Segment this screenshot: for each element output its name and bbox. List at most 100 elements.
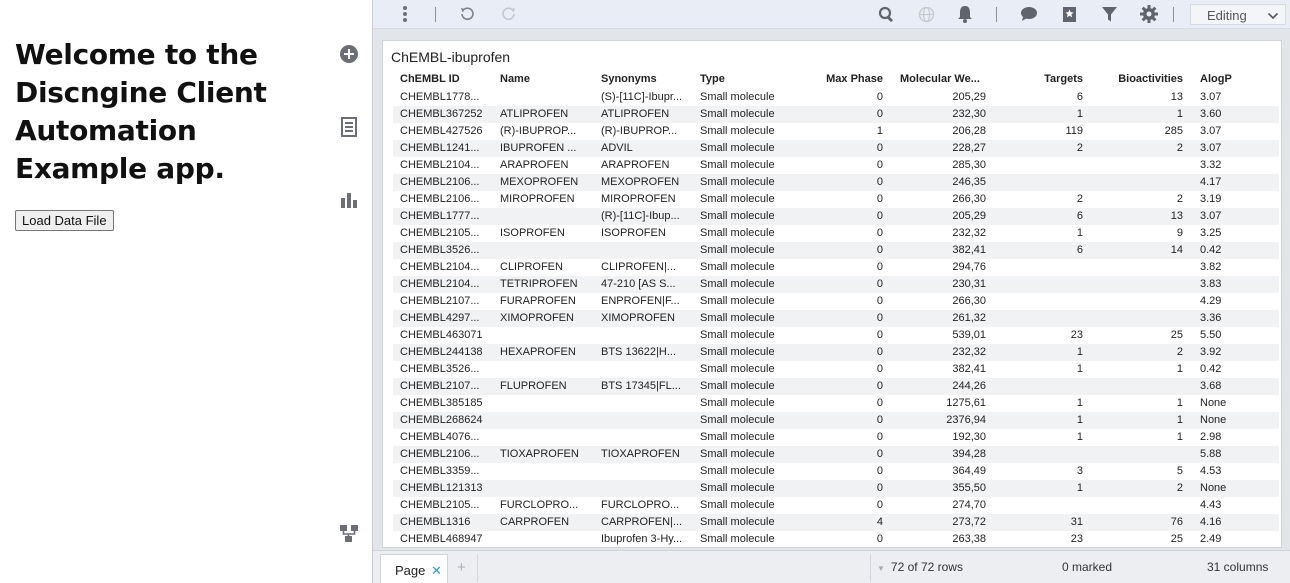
column-header-synonyms[interactable]: Synonyms	[601, 71, 696, 88]
table-row[interactable]: CHEMBL1316 CARPROFEN CARPROFEN|... Small mo…	[393, 514, 1279, 531]
column-header-bioactivities[interactable]: Bioactivities	[1093, 71, 1183, 88]
column-header-alogp[interactable]: AlogP	[1200, 71, 1270, 88]
table-row[interactable]: CHEMBL2107... FURAPROFEN ENPROFEN|F... Smal…	[393, 293, 1279, 310]
mode-dropdown[interactable]: Editing	[1190, 4, 1286, 25]
column-header-targets[interactable]: Targets	[995, 71, 1083, 88]
cell-molecular-weight: 2376,94	[946, 414, 986, 426]
cell-max-phase: 0	[876, 295, 883, 307]
bar-chart-icon[interactable]	[338, 188, 360, 210]
redo-icon[interactable]	[498, 4, 520, 24]
cell-type: Small molecule	[700, 108, 775, 120]
load-data-file-button[interactable]: Load Data File	[15, 210, 114, 231]
table-row[interactable]: CHEMBL468947 Ibuprofen 3-Hy... Small molec…	[393, 531, 1279, 548]
cell-alogp: 3.32	[1200, 159, 1222, 171]
search-icon[interactable]	[875, 4, 897, 24]
data-table: ChEMBL ID Name Synonyms Type Max Phase M…	[393, 71, 1279, 548]
table-row[interactable]: CHEMBL2104... CLIPROFEN CLIPROFEN|... Small…	[393, 259, 1279, 276]
table-row[interactable]: CHEMBL367252 ATLIPROFEN ATLIPROFEN Small mo…	[393, 106, 1279, 123]
filter-icon[interactable]	[1098, 4, 1120, 24]
cell-targets: 23	[1070, 329, 1083, 341]
table-row[interactable]: CHEMBL121313 Small molecule 0 355,50 1 2 None	[393, 480, 1279, 497]
cell-molecular-weight: 244,26	[952, 380, 986, 392]
column-header-molecular-weight[interactable]: Molecular We...	[900, 71, 986, 88]
table-row[interactable]: CHEMBL3526... Small molecule 0 382,41 1 1 0.42	[393, 361, 1279, 378]
cell-max-phase: 0	[876, 397, 883, 409]
table-visualization[interactable]: ChEMBL-ibuprofen ChEMBL ID Name Synonyms…	[382, 40, 1282, 548]
cell-synonyms: ARAPROFEN	[601, 159, 670, 171]
cell-alogp: 3.92	[1200, 346, 1222, 358]
cell-name: CARPROFEN	[500, 516, 570, 528]
cell-targets: 1	[1076, 482, 1083, 494]
cell-synonyms: 47-210 [AS S...	[601, 278, 676, 290]
table-row[interactable]: CHEMBL2106... MEXOPROFEN MEXOPROFEN Small m…	[393, 174, 1279, 191]
table-row[interactable]: CHEMBL2104... ARAPROFEN ARAPROFEN Small mol…	[393, 157, 1279, 174]
cell-chembl-id: CHEMBL268624	[400, 414, 483, 426]
cell-targets: 6	[1076, 244, 1083, 256]
page-tab[interactable]: Page ✕	[380, 554, 448, 583]
cell-alogp: 5.50	[1200, 329, 1222, 341]
gear-icon[interactable]	[1138, 4, 1160, 24]
cell-synonyms: ADVIL	[601, 142, 633, 154]
chevron-down-icon	[1267, 9, 1279, 24]
cell-chembl-id: CHEMBL3359...	[400, 465, 480, 477]
table-row[interactable]: CHEMBL244138 HEXAPROFEN BTS 13622|H... Smal…	[393, 344, 1279, 361]
cell-alogp: 3.07	[1200, 210, 1222, 222]
plus-circle-icon[interactable]	[338, 43, 360, 65]
page-tab-label: Page	[395, 563, 426, 578]
table-row[interactable]: CHEMBL2105... ISOPROFEN ISOPROFEN Small mol…	[393, 225, 1279, 242]
cell-bioactivities: 2	[1176, 482, 1183, 494]
cell-name: FLUPROFEN	[500, 380, 567, 392]
cell-max-phase: 4	[876, 516, 883, 528]
cell-bioactivities: 9	[1176, 227, 1183, 239]
table-row[interactable]: CHEMBL385185 Small molecule 0 1275,61 1 1 None	[393, 395, 1279, 412]
left-panel: Welcome to the Discngine Client Automati…	[0, 0, 330, 583]
cell-alogp: 0.42	[1200, 244, 1222, 256]
cell-chembl-id: CHEMBL121313	[400, 482, 483, 494]
close-icon[interactable]: ✕	[431, 563, 442, 579]
table-row[interactable]: CHEMBL3526... Small molecule 0 382,41 6 14 0.4…	[393, 242, 1279, 259]
table-row[interactable]: CHEMBL2106... MIROPROFEN MIROPROFEN Small m…	[393, 191, 1279, 208]
cell-synonyms: BTS 13622|H...	[601, 346, 677, 358]
cell-molecular-weight: 274,70	[952, 499, 986, 511]
column-header-chembl-id[interactable]: ChEMBL ID	[400, 71, 496, 88]
table-row[interactable]: CHEMBL4297... XIMOPROFEN XIMOPROFEN Small m…	[393, 310, 1279, 327]
cell-synonyms: BTS 17345|FL...	[601, 380, 681, 392]
add-page-icon[interactable]: +	[457, 559, 466, 576]
globe-icon[interactable]	[915, 4, 937, 24]
table-body: CHEMBL1778... (S)-[11C]-Ibupr... Small mol…	[393, 89, 1279, 548]
undo-icon[interactable]	[456, 4, 478, 24]
table-row[interactable]: CHEMBL2105... FURCLOPRO... FURCLOPRO... Sma…	[393, 497, 1279, 514]
column-header-type[interactable]: Type	[700, 71, 796, 88]
cell-type: Small molecule	[700, 363, 775, 375]
cell-targets: 23	[1070, 533, 1083, 545]
table-row[interactable]: CHEMBL4076... Small molecule 0 192,30 1 1 2.98	[393, 429, 1279, 446]
table-row[interactable]: CHEMBL268624 Small molecule 0 2376,94 1 1 None	[393, 412, 1279, 429]
analysis-area: Editing ChEMBL-ibuprofen ChEMBL ID Name …	[372, 0, 1290, 583]
cell-synonyms: FURCLOPRO...	[601, 499, 680, 511]
table-row[interactable]: CHEMBL2104... TETRIPROFEN 47-210 [AS S... S…	[393, 276, 1279, 293]
table-row[interactable]: CHEMBL2106... TIOXAPROFEN TIOXAPROFEN Small…	[393, 446, 1279, 463]
cell-alogp: 3.83	[1200, 278, 1222, 290]
table-row[interactable]: CHEMBL1778... (S)-[11C]-Ibupr... Small mol…	[393, 89, 1279, 106]
bell-icon[interactable]	[954, 4, 976, 24]
cell-alogp: 0.42	[1200, 363, 1222, 375]
cell-synonyms: TIOXAPROFEN	[601, 448, 680, 460]
vertical-dots-icon[interactable]	[394, 4, 416, 24]
column-header-max-phase[interactable]: Max Phase	[797, 71, 883, 88]
document-icon[interactable]	[338, 116, 360, 138]
hierarchy-icon[interactable]	[338, 522, 360, 544]
table-row[interactable]: CHEMBL1241... IBUPROFEN ... ADVIL Small mol…	[393, 140, 1279, 157]
cell-type: Small molecule	[700, 431, 775, 443]
bookmark-icon[interactable]	[1058, 4, 1080, 24]
table-row[interactable]: CHEMBL427526 (R)-IBUPROP... (R)-IBUPROP...…	[393, 123, 1279, 140]
table-row[interactable]: CHEMBL3359... Small molecule 0 364,49 3 5 4.53	[393, 463, 1279, 480]
cell-molecular-weight: 364,49	[952, 465, 986, 477]
table-row[interactable]: CHEMBL463071 Small molecule 0 539,01 23 25 5.5…	[393, 327, 1279, 344]
cell-chembl-id: CHEMBL244138	[400, 346, 483, 358]
column-header-name[interactable]: Name	[500, 71, 596, 88]
comment-icon[interactable]	[1018, 4, 1040, 24]
cell-max-phase: 0	[876, 278, 883, 290]
table-row[interactable]: CHEMBL1777... (R)-[11C]-Ibup... Small mole…	[393, 208, 1279, 225]
table-row[interactable]: CHEMBL2107... FLUPROFEN BTS 17345|FL... Sma…	[393, 378, 1279, 395]
cell-synonyms: Ibuprofen 3-Hy...	[601, 533, 683, 545]
